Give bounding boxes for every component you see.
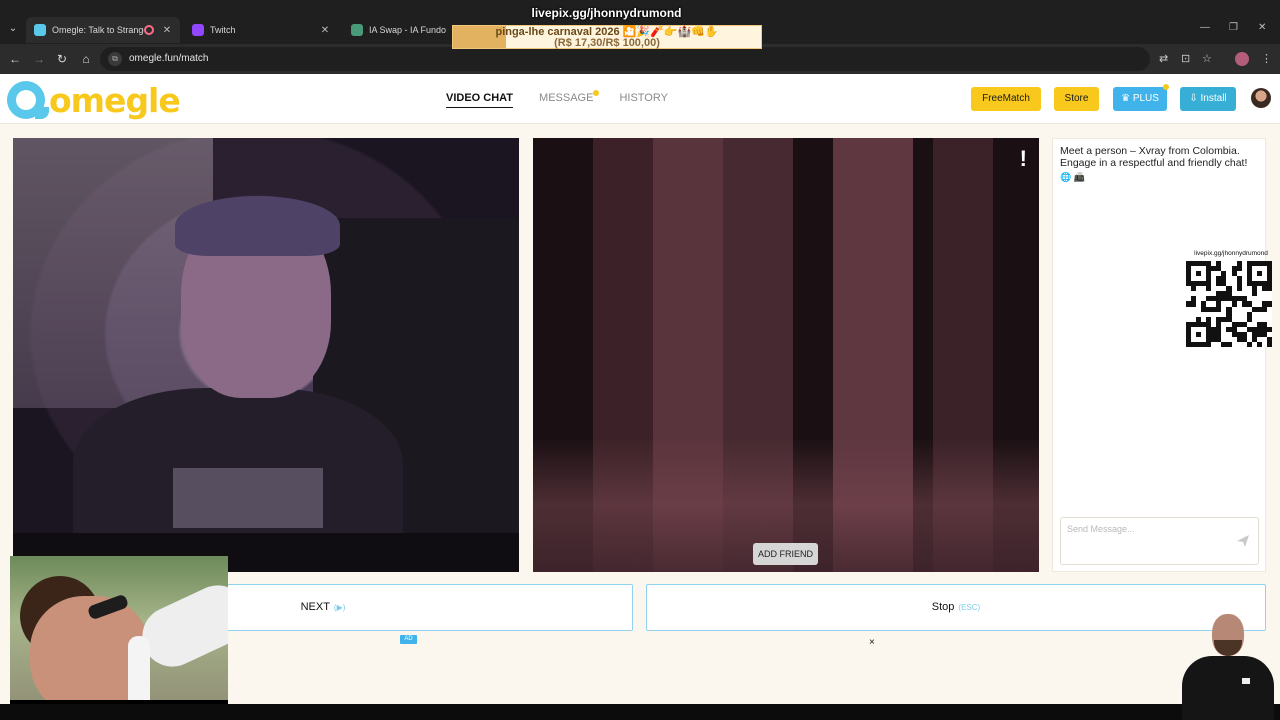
twitch-favicon-icon bbox=[192, 24, 204, 36]
stream-bottom-bar bbox=[0, 704, 1280, 720]
nav-message[interactable]: MESSAGE bbox=[539, 90, 600, 108]
install-label: Install bbox=[1200, 93, 1227, 104]
maximize-icon[interactable]: ❐ bbox=[1229, 22, 1238, 33]
ia-swap-favicon-icon bbox=[351, 24, 363, 36]
chat-intro-message: Meet a person – Xvray from Colombia. Eng… bbox=[1060, 145, 1248, 169]
browser-menu-icon[interactable]: ⋮ bbox=[1261, 52, 1272, 65]
message-box[interactable] bbox=[1060, 517, 1259, 565]
report-icon[interactable]: ! bbox=[1020, 146, 1027, 172]
reload-icon[interactable]: ↻ bbox=[53, 50, 71, 68]
home-icon[interactable]: ⌂ bbox=[77, 50, 95, 68]
install-app-icon[interactable]: ⊡ bbox=[1181, 52, 1190, 65]
presenter-webcam bbox=[1180, 612, 1276, 720]
tab-twitch-label: Twitch bbox=[210, 25, 236, 35]
tab-close-icon[interactable]: ✕ bbox=[318, 25, 332, 36]
ad-badge: AD bbox=[400, 635, 417, 644]
back-arrow-icon[interactable]: ← bbox=[6, 50, 24, 68]
minimize-icon[interactable]: — bbox=[1200, 22, 1210, 33]
stream-link-overlay: livepix.gg/jhonnydrumond bbox=[531, 6, 682, 20]
tab-omegle[interactable]: Omegle: Talk to Strangers ✕ bbox=[26, 17, 180, 43]
translate-icon[interactable]: ⇄ bbox=[1159, 52, 1168, 65]
crown-icon: ♛ bbox=[1121, 93, 1131, 104]
local-video bbox=[13, 138, 519, 572]
tab-omegle-label: Omegle: Talk to Strangers bbox=[52, 25, 144, 35]
nav-history[interactable]: HISTORY bbox=[619, 92, 668, 108]
recording-icon bbox=[144, 25, 154, 35]
freematch-button[interactable]: FreeMatch bbox=[971, 87, 1041, 111]
site-header: omegle VIDEO CHAT MESSAGE HISTORY FreeMa… bbox=[0, 74, 1280, 124]
omegle-logo-icon bbox=[7, 81, 49, 119]
forward-arrow-icon[interactable]: → bbox=[30, 50, 48, 68]
user-avatar[interactable] bbox=[1251, 88, 1271, 108]
tab-ia-swap[interactable]: IA Swap - IA Fundo bbox=[343, 18, 453, 42]
window-close-icon[interactable]: ✕ bbox=[1258, 22, 1266, 33]
store-button[interactable]: Store bbox=[1054, 87, 1099, 111]
omegle-favicon-icon bbox=[34, 24, 46, 36]
stop-hint: (ESC) bbox=[958, 603, 981, 612]
donation-goal-box: pinga-lhe carnaval 2026 🎦🎉🧨👉🏰👊✋ (R$ 17,3… bbox=[452, 25, 762, 49]
add-friend-button[interactable]: ADD FRIEND bbox=[753, 543, 818, 565]
chat-intro-icons: 🌐 📠 bbox=[1060, 172, 1085, 182]
address-url[interactable]: omegle.fun/match bbox=[129, 53, 209, 64]
nav-message-label: MESSAGE bbox=[539, 92, 594, 104]
remote-video: ! ADD FRIEND bbox=[533, 138, 1039, 572]
profile-avatar-icon[interactable] bbox=[1235, 52, 1249, 66]
logo-text: omegle bbox=[49, 80, 181, 120]
streamer-overlay-clip bbox=[10, 556, 228, 720]
plus-button[interactable]: ♛ PLUS bbox=[1113, 84, 1169, 111]
next-hint: (▶) bbox=[333, 603, 346, 612]
close-ad-icon[interactable]: × bbox=[869, 637, 875, 648]
address-bar[interactable]: ⧉ omegle.fun/match bbox=[100, 47, 1150, 71]
qr-link-label: livepix.gg/jhonnydrumond bbox=[1194, 250, 1268, 257]
bookmark-star-icon[interactable]: ☆ bbox=[1202, 52, 1212, 65]
donation-text: pinga-lhe carnaval 2026 🎦🎉🧨👉🏰👊✋ (R$ 17,3… bbox=[453, 26, 761, 49]
site-info-icon[interactable]: ⧉ bbox=[108, 52, 122, 66]
stop-button[interactable]: Stop (ESC) bbox=[646, 584, 1266, 631]
plus-label: PLUS bbox=[1132, 93, 1159, 104]
tab-ia-swap-label: IA Swap - IA Fundo bbox=[369, 25, 447, 35]
send-icon[interactable] bbox=[1236, 534, 1250, 548]
tab-search-chevron-icon[interactable]: ⌄ bbox=[4, 20, 22, 38]
next-label: NEXT bbox=[300, 601, 330, 613]
donation-amount: (R$ 17,30/R$ 100,00) bbox=[554, 37, 660, 49]
stop-label: Stop bbox=[931, 601, 955, 613]
omegle-logo[interactable]: omegle bbox=[7, 80, 181, 120]
qr-code-icon bbox=[1186, 261, 1272, 347]
main-nav: VIDEO CHAT MESSAGE HISTORY bbox=[446, 90, 668, 108]
chat-panel: Meet a person – Xvray from Colombia. Eng… bbox=[1052, 138, 1266, 572]
tab-close-icon[interactable]: ✕ bbox=[160, 25, 174, 36]
notification-dot bbox=[593, 90, 600, 96]
install-button[interactable]: ⇩ Install bbox=[1180, 87, 1236, 111]
download-icon: ⇩ bbox=[1189, 93, 1198, 104]
send-message-input[interactable] bbox=[1067, 524, 1227, 534]
nav-video-chat[interactable]: VIDEO CHAT bbox=[446, 92, 514, 108]
tab-twitch[interactable]: Twitch ✕ bbox=[184, 18, 338, 42]
plus-notification-dot bbox=[1163, 84, 1169, 90]
